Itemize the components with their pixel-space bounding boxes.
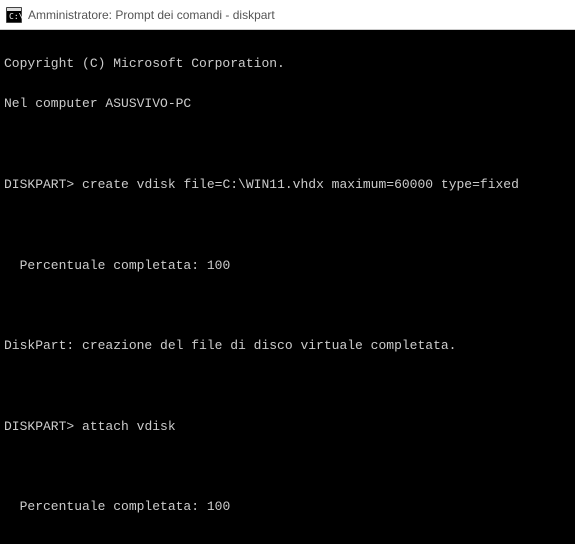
- copyright-line: Copyright (C) Microsoft Corporation.: [4, 54, 571, 74]
- cmd-icon: C:\: [6, 7, 22, 23]
- prompt-line-1: DISKPART> create vdisk file=C:\WIN11.vhd…: [4, 175, 571, 195]
- computer-name-line: Nel computer ASUSVIVO-PC: [4, 94, 571, 114]
- progress-value: 100: [207, 499, 230, 514]
- command-prompt-window: C:\ Amministratore: Prompt dei comandi -…: [0, 0, 575, 544]
- blank-line: [4, 538, 571, 544]
- command-text: create vdisk file=C:\WIN11.vhdx maximum=…: [82, 177, 519, 192]
- prompt-line-2: DISKPART> attach vdisk: [4, 417, 571, 437]
- blank-line: [4, 215, 571, 235]
- blank-line: [4, 457, 571, 477]
- progress-value: 100: [207, 258, 230, 273]
- progress-line-1: Percentuale completata: 100: [4, 256, 571, 276]
- terminal-output[interactable]: Copyright (C) Microsoft Corporation. Nel…: [0, 30, 575, 544]
- progress-prefix: Percentuale completata:: [4, 258, 207, 273]
- prompt-label: DISKPART>: [4, 177, 74, 192]
- progress-line-2: Percentuale completata: 100: [4, 497, 571, 517]
- output-line-1: DiskPart: creazione del file di disco vi…: [4, 336, 571, 356]
- titlebar[interactable]: C:\ Amministratore: Prompt dei comandi -…: [0, 0, 575, 30]
- svg-text:C:\: C:\: [9, 12, 22, 21]
- blank-line: [4, 376, 571, 396]
- blank-line: [4, 296, 571, 316]
- prompt-label: DISKPART>: [4, 419, 74, 434]
- progress-prefix: Percentuale completata:: [4, 499, 207, 514]
- command-text: attach vdisk: [82, 419, 176, 434]
- window-title: Amministratore: Prompt dei comandi - dis…: [28, 8, 275, 22]
- blank-line: [4, 135, 571, 155]
